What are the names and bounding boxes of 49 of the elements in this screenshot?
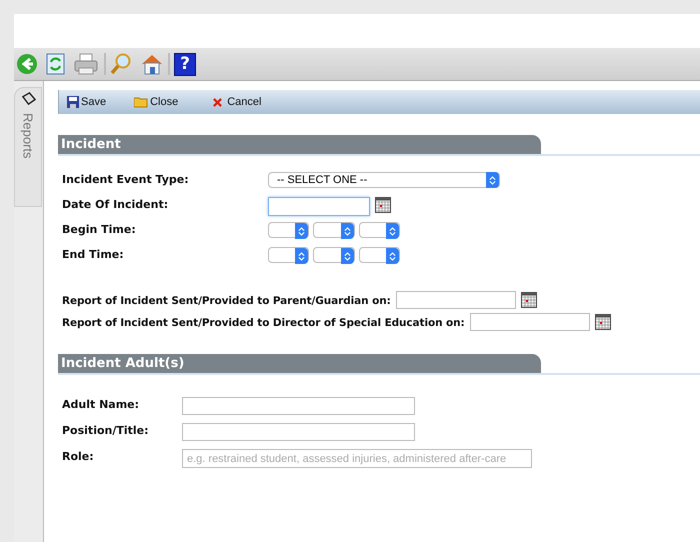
cancel-button[interactable]: Cancel: [213, 96, 262, 108]
printer-icon[interactable]: [74, 53, 100, 75]
refresh-icon[interactable]: [46, 53, 66, 75]
date-field[interactable]: [396, 291, 516, 309]
tab-label: Reports: [20, 113, 36, 159]
floppy-icon: [67, 96, 79, 108]
close-button[interactable]: Close: [134, 96, 178, 108]
time-select[interactable]: [359, 247, 400, 263]
stepper-arrows-icon: [295, 223, 308, 239]
save-button[interactable]: Save: [67, 96, 106, 108]
stepper-arrows-icon: [341, 223, 354, 239]
field-label: Role:: [62, 449, 95, 463]
field-label: Incident Event Type:: [62, 172, 190, 186]
calendar-icon[interactable]: [520, 292, 537, 308]
section-header: Incident Adult(s): [58, 354, 541, 373]
reports-tab[interactable]: Reports: [14, 87, 42, 207]
text-field[interactable]: [182, 423, 415, 441]
field-label: Report of Incident Sent/Provided to Director of Special Education on:: [62, 316, 465, 328]
field-label: Begin Time:: [62, 222, 137, 236]
field-label: End Time:: [62, 247, 125, 261]
date-field[interactable]: [268, 197, 370, 216]
back-icon[interactable]: [16, 53, 38, 75]
stepper-arrows-icon: [386, 248, 399, 264]
time-select[interactable]: [359, 222, 400, 238]
text-field[interactable]: [182, 397, 415, 415]
field-label: Date Of Incident:: [62, 197, 170, 211]
date-field[interactable]: [470, 313, 590, 331]
stepper-arrows-icon: [295, 248, 308, 264]
calendar-icon[interactable]: [594, 314, 611, 330]
stepper-arrows-icon: [486, 172, 499, 188]
field-label: Adult Name:: [62, 397, 140, 411]
role-field[interactable]: e.g. restrained student, assessed injuries, administered after-care: [182, 449, 532, 468]
field-label: Report of Incident Sent/Provided to Parent/Guardian on:: [62, 294, 391, 306]
search-icon[interactable]: [110, 53, 132, 75]
time-select[interactable]: [313, 247, 355, 263]
stepper-arrows-icon: [386, 223, 399, 239]
stepper-arrows-icon: [341, 248, 354, 264]
time-select[interactable]: [268, 222, 309, 238]
folder-icon: [134, 96, 148, 108]
x-icon: [213, 98, 222, 106]
field-label: Position/Title:: [62, 423, 150, 437]
event-type-select[interactable]: -- SELECT ONE --: [268, 172, 500, 188]
select-value: -- SELECT ONE --: [277, 174, 368, 186]
help-icon[interactable]: ?: [174, 52, 196, 76]
time-select[interactable]: [313, 222, 355, 238]
home-icon[interactable]: [140, 53, 164, 75]
section-header: Incident: [58, 135, 541, 154]
time-select[interactable]: [268, 247, 309, 263]
calendar-icon[interactable]: [375, 197, 391, 213]
